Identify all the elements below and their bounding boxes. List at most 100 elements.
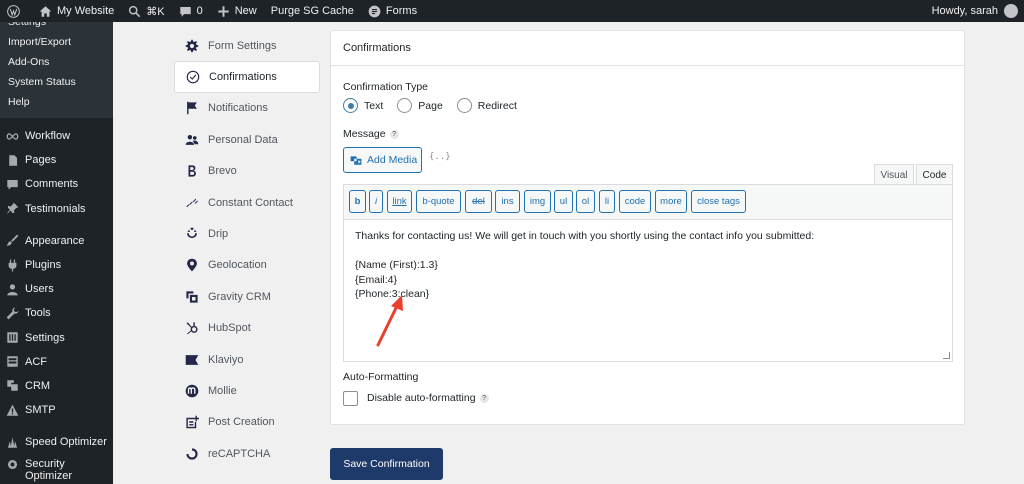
acf-icon [7,356,18,367]
tab-code[interactable]: Code [916,164,953,185]
nav-label: Mollie [208,384,237,397]
users-icon [185,134,199,145]
flag-icon [187,102,197,115]
quicktag-ins-button[interactable]: ins [495,190,520,213]
quicktag-link-button[interactable]: link [387,190,412,213]
menu-item-testimonials[interactable]: Testimonials [0,197,113,221]
menu-item-appearance[interactable]: Appearance [0,229,113,253]
map-pin-icon [187,259,197,272]
panel-title: Confirmations [331,31,964,66]
nav-label: Notifications [208,102,268,115]
menu-item-settings[interactable]: Settings [0,326,113,350]
menu-label: SMTP [25,404,56,417]
quicktag-ul-button[interactable]: ul [554,190,573,213]
nav-constant-contact[interactable]: Constant Contact [174,187,320,218]
submenu-item-help[interactable]: Help [0,92,113,112]
nav-geolocation[interactable]: Geolocation [174,250,320,281]
new-label: New [234,5,257,17]
menu-item-plugins[interactable]: Plugins [0,253,113,277]
quicktag-li-button[interactable]: li [599,190,615,213]
message-label-row: Message? [343,128,399,140]
crm-icon [7,380,18,392]
mollie-icon [185,384,199,398]
menu-item-pages[interactable]: Pages [0,148,113,172]
resize-handle[interactable] [943,352,950,359]
submenu-item-add-ons[interactable]: Add-Ons [0,52,113,72]
constant-contact-icon [186,198,198,207]
radio-text[interactable]: Text [343,98,383,113]
disable-auto-formatting-checkbox[interactable] [343,391,358,406]
menu-label: ACF [25,355,47,368]
nav-confirmations[interactable]: Confirmations [174,61,320,93]
menu-item-users[interactable]: Users [0,277,113,301]
wordpress-logo-icon[interactable] [0,0,32,22]
menu-item-acf[interactable]: ACF [0,350,113,374]
submenu-item-settings[interactable]: Settings [0,22,113,32]
menu-item-smtp[interactable]: SMTP [0,398,113,422]
confirmation-type-label: Confirmation Type [343,81,429,93]
site-name: My Website [57,5,115,17]
command-palette-button[interactable]: ⌘K [121,0,171,22]
quicktags-toolbar: b i link b-quote del ins img ul ol li co… [344,185,952,220]
form-settings-nav: Form Settings Confirmations Notification… [174,30,320,469]
avatar [1004,4,1018,18]
radio-redirect[interactable]: Redirect [456,98,517,113]
nav-notifications[interactable]: Notifications [174,93,320,124]
radio-button[interactable] [456,98,472,113]
nav-mollie[interactable]: Mollie [174,375,320,406]
quicktag-del-button[interactable]: del [465,190,492,213]
message-textarea[interactable]: Thanks for contacting us! We will get in… [344,220,952,311]
quicktag-code-button[interactable]: code [619,190,651,213]
menu-item-tools[interactable]: Tools [0,301,113,325]
auto-formatting-label: Auto-Formatting [343,371,419,383]
help-icon[interactable]: ? [389,129,399,139]
merge-tag-icon[interactable]: {..} [429,152,451,162]
plus-icon [218,5,229,17]
nav-form-settings[interactable]: Form Settings [174,30,320,61]
menu-item-comments[interactable]: Comments [0,172,113,196]
tab-visual[interactable]: Visual [874,164,914,185]
nav-drip[interactable]: Drip [174,218,320,249]
radio-label: Redirect [477,99,517,112]
quicktag-close-tags-button[interactable]: close tags [691,190,746,213]
quicktag-bold-button[interactable]: b [349,190,366,213]
comments-link[interactable]: 0 [172,0,210,22]
submenu-item-system-status[interactable]: System Status [0,72,113,92]
nav-label: Constant Contact [208,196,293,209]
disable-auto-formatting-row: Disable auto-formatting? [367,392,489,404]
quicktag-ol-button[interactable]: ol [576,190,595,213]
hubspot-icon [186,322,198,335]
submenu-item-import-export[interactable]: Import/Export [0,32,113,52]
quicktag-bquote-button[interactable]: b-quote [416,190,461,213]
menu-item-crm[interactable]: CRM [0,374,113,398]
radio-page[interactable]: Page [397,98,443,113]
nav-gravity-crm[interactable]: Gravity CRM [174,281,320,312]
radio-button[interactable] [343,98,358,113]
nav-post-creation[interactable]: Post Creation [174,407,320,438]
nav-label: Geolocation [208,259,267,272]
purge-cache-link[interactable]: Purge SG Cache [264,0,361,22]
comments-count: 0 [196,5,203,17]
menu-label: Testimonials [25,202,86,215]
menu-item-workflow[interactable]: Workflow [0,124,113,148]
quicktag-more-button[interactable]: more [655,190,687,213]
nav-klaviyo[interactable]: Klaviyo [174,344,320,375]
new-content-link[interactable]: New [210,0,264,22]
menu-item-security-optimizer[interactable]: Security Optimizer [0,454,113,484]
quicktag-italic-button[interactable]: i [369,190,383,213]
nav-brevo[interactable]: Brevo [174,156,320,187]
add-media-button[interactable]: Add Media [343,147,422,173]
radio-button[interactable] [397,98,413,113]
nav-personal-data[interactable]: Personal Data [174,124,320,155]
save-confirmation-button[interactable]: Save Confirmation [330,448,443,480]
quicktag-img-button[interactable]: img [524,190,551,213]
forms-link[interactable]: Forms [361,0,424,22]
menu-item-speed-optimizer[interactable]: Speed Optimizer [0,430,113,454]
pages-icon [9,155,18,166]
nav-recaptcha[interactable]: reCAPTCHA [174,438,320,469]
account-menu[interactable]: Howdy, sarah [925,0,1024,22]
help-icon[interactable]: ? [479,393,489,403]
nav-hubspot[interactable]: HubSpot [174,313,320,344]
purge-label: Purge SG Cache [270,5,354,17]
site-name-link[interactable]: My Website [32,0,121,22]
